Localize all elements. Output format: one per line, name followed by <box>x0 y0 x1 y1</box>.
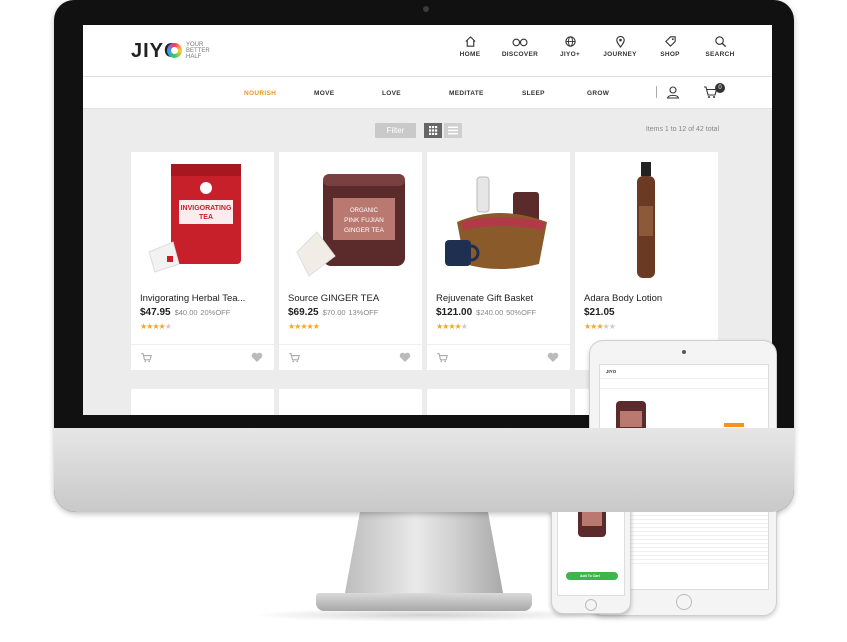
imac-stand <box>344 512 504 598</box>
nav-jiyo-plus-label: JIYO+ <box>559 51 581 58</box>
search-icon <box>714 36 726 48</box>
nav-journey[interactable]: JOURNEY <box>595 35 645 69</box>
home-icon <box>464 36 476 47</box>
svg-text:TEA: TEA <box>199 214 213 221</box>
tag-icon <box>664 36 676 47</box>
nav-discover[interactable]: DISCOVER <box>495 35 545 69</box>
product-card[interactable]: Adara Body Lotion $21.05 ★★★★★ <box>575 152 718 370</box>
price-current: $21.05 <box>584 307 615 318</box>
discount-label: 50%OFF <box>506 308 537 317</box>
rating-stars: ★★★★★ <box>436 322 468 331</box>
logo-ring-icon <box>167 43 182 58</box>
svg-text:ORGANIC: ORGANIC <box>350 208 379 214</box>
site-header: JIYO YOUR BETTER HALF HOME DISCOVER JIYO… <box>83 25 772 77</box>
tablet-header: JIYO <box>600 365 768 379</box>
product-card[interactable]: ORGANIC PINK FUJIAN GINGER TEA Source GI… <box>279 152 422 370</box>
wishlist-heart-icon[interactable] <box>251 352 263 363</box>
price-old: $70.00 <box>322 308 346 317</box>
category-sleep[interactable]: SLEEP <box>522 90 545 97</box>
logo-tagline: YOUR BETTER HALF <box>186 42 210 60</box>
phone-add-to-cart-button[interactable]: Add To Cart <box>566 572 618 580</box>
product-image-gift-basket <box>445 176 547 269</box>
tablet-home-button <box>676 594 692 610</box>
product-card[interactable]: Rejuvenate Gift Basket $121.00 $240.00 50… <box>427 152 570 370</box>
nav-shop-label: SHOP <box>660 51 680 58</box>
discount-label: 20%OFF <box>200 308 231 317</box>
product-card[interactable] <box>427 389 570 415</box>
phone-add-to-cart-label: Add To Cart <box>580 574 600 578</box>
nav-search[interactable]: SEARCH <box>695 35 745 69</box>
discount-label: 13%OFF <box>348 308 379 317</box>
price-current: $69.25 <box>288 307 319 318</box>
nav-shop[interactable]: SHOP <box>645 35 695 69</box>
imac-chin <box>54 428 794 512</box>
product-card[interactable]: INVIGORATING TEA Invigorating Herbal Tea… <box>131 152 274 370</box>
category-love[interactable]: LOVE <box>382 90 401 97</box>
svg-text:INVIGORATING: INVIGORATING <box>181 205 232 212</box>
add-to-cart-icon[interactable] <box>140 352 153 363</box>
product-image-ginger-tea-tin: ORGANIC PINK FUJIAN GINGER TEA <box>296 174 405 277</box>
svg-text:PINK FUJIAN: PINK FUJIAN <box>344 217 384 224</box>
category-meditate[interactable]: MEDITATE <box>449 90 484 97</box>
product-card[interactable] <box>131 389 274 415</box>
nav-home[interactable]: HOME <box>445 35 495 69</box>
category-nourish[interactable]: NOURISH <box>244 90 276 97</box>
price-current: $121.00 <box>436 307 473 318</box>
product-image-red-tea-tin: INVIGORATING TEA <box>148 164 241 273</box>
phone-home-button <box>585 599 597 611</box>
tablet-logo: JIYO <box>606 369 617 374</box>
add-to-cart-icon[interactable] <box>288 352 301 363</box>
product-name[interactable]: Source GINGER TEA <box>288 293 379 304</box>
category-divider <box>656 86 657 98</box>
add-to-cart-icon[interactable] <box>436 352 449 363</box>
list-view-icon <box>448 126 458 135</box>
tablet-camera <box>682 350 686 354</box>
wishlist-heart-icon[interactable] <box>547 352 559 363</box>
product-name[interactable]: Adara Body Lotion <box>584 293 662 304</box>
product-actions <box>131 344 274 370</box>
items-count-text: Items 1 to 12 of 42 total <box>645 126 719 133</box>
imac-camera <box>423 6 429 12</box>
product-price: $69.25 $70.00 13%OFF <box>288 307 378 318</box>
tablet-add-to-cart-button[interactable] <box>724 423 744 427</box>
user-icon[interactable] <box>666 85 680 99</box>
cart-count-badge: 0 <box>715 83 725 93</box>
grid-view-icon <box>429 126 438 135</box>
category-move[interactable]: MOVE <box>314 90 334 97</box>
category-bar: NOURISH MOVE LOVE MEDITATE SLEEP GROW 0 <box>83 77 772 109</box>
product-name[interactable]: Invigorating Herbal Tea... <box>140 293 245 304</box>
grid-view-button[interactable] <box>424 123 442 138</box>
nav-home-label: HOME <box>459 51 481 58</box>
glasses-icon <box>512 38 528 47</box>
nav-search-label: SEARCH <box>705 51 735 58</box>
wishlist-heart-icon[interactable] <box>399 352 411 363</box>
product-price: $21.05 <box>584 307 615 318</box>
price-old: $240.00 <box>476 308 504 317</box>
top-navigation: HOME DISCOVER JIYO+ JOURNEY SHOP SEARCH <box>445 35 745 69</box>
price-current: $47.95 <box>140 307 171 318</box>
list-view-button[interactable] <box>444 123 462 138</box>
rating-stars: ★★★★★ <box>288 322 320 331</box>
tablet-category-bar <box>600 379 768 389</box>
nav-journey-label: JOURNEY <box>603 51 637 58</box>
imac-base <box>316 593 532 611</box>
map-pin-icon <box>615 35 625 48</box>
rating-stars: ★★★★★ <box>140 322 172 331</box>
rating-stars: ★★★★★ <box>584 322 616 331</box>
globe-icon <box>564 36 576 47</box>
nav-discover-label: DISCOVER <box>501 51 539 58</box>
product-image-lotion-bottle <box>637 162 655 278</box>
product-card[interactable] <box>279 389 422 415</box>
product-price: $121.00 $240.00 50%OFF <box>436 307 536 318</box>
product-actions <box>279 344 422 370</box>
listing-toolbar: Filter Items 1 to 12 of 42 total <box>83 121 772 141</box>
product-name[interactable]: Rejuvenate Gift Basket <box>436 293 533 304</box>
filter-button[interactable]: Filter <box>375 123 416 138</box>
product-actions <box>427 344 570 370</box>
svg-text:GINGER TEA: GINGER TEA <box>344 227 385 234</box>
category-grow[interactable]: GROW <box>587 90 609 97</box>
nav-jiyo-plus[interactable]: JIYO+ <box>545 35 595 69</box>
product-price: $47.95 $40.00 20%OFF <box>140 307 230 318</box>
price-old: $40.00 <box>174 308 198 317</box>
